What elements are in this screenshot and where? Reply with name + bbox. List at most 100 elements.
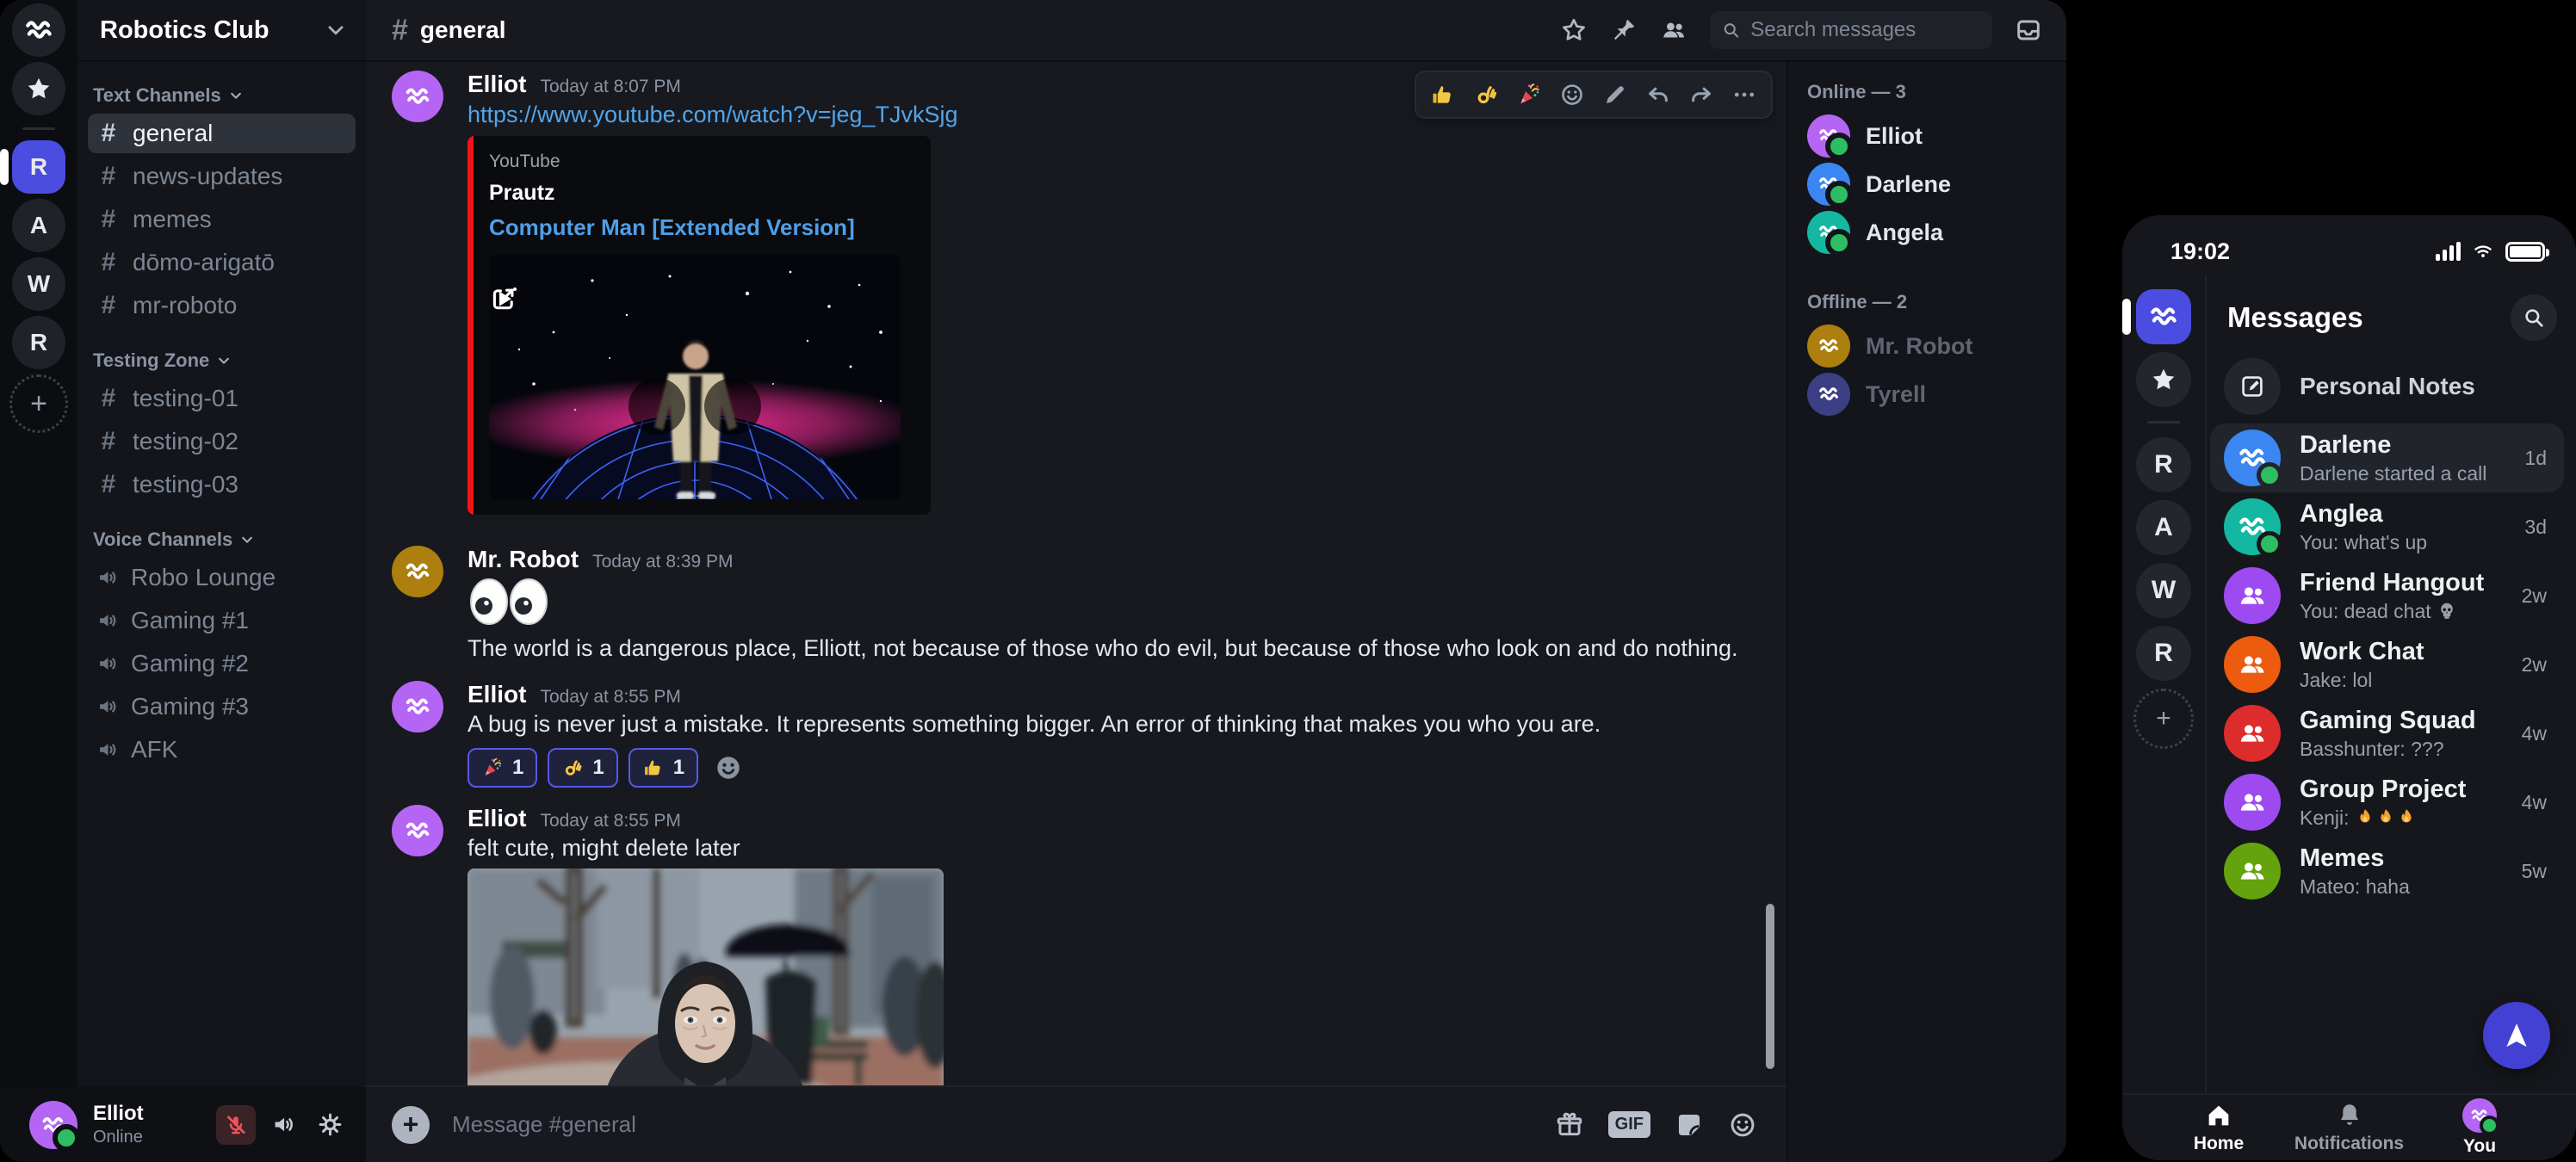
- nav-you[interactable]: You: [2428, 1098, 2531, 1157]
- react-party-button[interactable]: [1511, 77, 1547, 112]
- youtube-link[interactable]: https://www.youtube.com/watch?v=jeg_TJvk…: [468, 100, 958, 129]
- search-button[interactable]: [2511, 294, 2557, 341]
- open-external-button[interactable]: [704, 378, 761, 435]
- chat-row-friend-hangout[interactable]: Friend Hangout You: dead chat 2w: [2210, 561, 2564, 630]
- attached-photo[interactable]: [468, 868, 944, 1085]
- reaction-ok-hand[interactable]: 1: [548, 748, 617, 788]
- embed-video-title[interactable]: Computer Man [Extended Version]: [489, 214, 901, 241]
- server-w[interactable]: W: [12, 257, 65, 311]
- page-title: Messages: [2227, 301, 2363, 334]
- voice-gaming-1[interactable]: Gaming #1: [88, 601, 356, 640]
- phone-server-r2[interactable]: R: [2136, 626, 2191, 681]
- play-button[interactable]: [629, 378, 685, 435]
- channel-testing-01[interactable]: #testing-01: [88, 379, 356, 418]
- channel-testing-03[interactable]: #testing-03: [88, 465, 356, 504]
- inbox-icon[interactable]: [2015, 16, 2042, 44]
- voice-robo-lounge[interactable]: Robo Lounge: [88, 558, 356, 597]
- channel-testing-02[interactable]: #testing-02: [88, 422, 356, 461]
- section-testing-zone[interactable]: Testing Zone: [88, 341, 356, 379]
- nav-notifications[interactable]: Notifications: [2298, 1101, 2401, 1154]
- voice-gaming-2[interactable]: Gaming #2: [88, 644, 356, 683]
- server-a[interactable]: A: [12, 199, 65, 252]
- member-tyrell[interactable]: Tyrell: [1807, 370, 2049, 418]
- attach-button[interactable]: +: [392, 1106, 430, 1144]
- server-robotics-club[interactable]: R: [12, 140, 65, 194]
- settings-button[interactable]: [311, 1106, 349, 1144]
- message-author[interactable]: Elliot: [468, 805, 526, 832]
- video-thumbnail[interactable]: [489, 255, 901, 499]
- channel-mr-roboto[interactable]: #mr-roboto: [88, 286, 356, 325]
- chat-row-work-chat[interactable]: Work Chat Jake: lol 2w: [2210, 630, 2564, 699]
- nav-home[interactable]: Home: [2167, 1101, 2270, 1154]
- pin-icon[interactable]: [1610, 16, 1638, 44]
- more-actions-button[interactable]: [1726, 77, 1762, 112]
- member-darlene[interactable]: Darlene: [1807, 160, 2049, 208]
- wave-logo-icon: [403, 692, 432, 721]
- avatar: [2224, 843, 2281, 899]
- avatar[interactable]: [392, 71, 443, 122]
- server-header[interactable]: Robotics Club: [77, 0, 366, 60]
- phone-favorites-button[interactable]: [2136, 352, 2191, 407]
- forward-button[interactable]: [1683, 77, 1719, 112]
- new-message-fab[interactable]: [2483, 1002, 2550, 1069]
- message-author[interactable]: Elliot: [468, 681, 526, 708]
- react-ok-hand-button[interactable]: [1468, 77, 1504, 112]
- favorites-button[interactable]: [12, 62, 65, 115]
- embed-author[interactable]: Prautz: [489, 181, 901, 206]
- deafen-button[interactable]: [264, 1106, 302, 1144]
- channel-domo-arigato[interactable]: #dōmo-arigatō: [88, 243, 356, 282]
- personal-notes-row[interactable]: Personal Notes: [2210, 349, 2564, 423]
- wifi-icon: [2471, 241, 2495, 262]
- chat-scrollbar[interactable]: [1766, 904, 1774, 1069]
- reaction-party-popper[interactable]: 1: [468, 748, 537, 788]
- avatar: [2224, 498, 2281, 555]
- add-reaction-button[interactable]: [1554, 77, 1590, 112]
- emoji-picker-icon[interactable]: [1728, 1110, 1757, 1140]
- add-reaction-icon[interactable]: [714, 753, 743, 782]
- avatar[interactable]: [392, 546, 443, 597]
- search-bar[interactable]: [1710, 11, 1992, 49]
- server-r2[interactable]: R: [12, 316, 65, 369]
- home-icon: [2204, 1101, 2233, 1130]
- add-server-button[interactable]: +: [9, 374, 68, 433]
- chat-row-gaming-squad[interactable]: Gaming Squad Basshunter: ??? 4w: [2210, 699, 2564, 768]
- members-icon[interactable]: [1660, 16, 1687, 44]
- channel-news-updates[interactable]: #news-updates: [88, 157, 356, 196]
- phone-server-a[interactable]: A: [2136, 500, 2191, 555]
- chat-row-anglea[interactable]: Anglea You: what's up 3d: [2210, 492, 2564, 561]
- message-author[interactable]: Mr. Robot: [468, 546, 579, 573]
- search-input[interactable]: [1749, 17, 1980, 43]
- avatar: [1807, 373, 1850, 416]
- message-author[interactable]: Elliot: [468, 71, 526, 98]
- phone-add-server-button[interactable]: +: [2133, 689, 2194, 749]
- section-voice-channels[interactable]: Voice Channels: [88, 520, 356, 558]
- phone-home-logo-button[interactable]: [2136, 289, 2191, 344]
- section-text-channels[interactable]: Text Channels: [88, 76, 356, 114]
- app-logo-button[interactable]: [12, 3, 65, 57]
- avatar[interactable]: [392, 681, 443, 732]
- avatar[interactable]: [29, 1101, 77, 1149]
- gift-icon[interactable]: [1555, 1110, 1584, 1140]
- avatar[interactable]: [392, 805, 443, 856]
- channel-general[interactable]: #general: [88, 114, 356, 153]
- voice-gaming-3[interactable]: Gaming #3: [88, 687, 356, 726]
- message-input[interactable]: [450, 1110, 1555, 1139]
- gif-picker-button[interactable]: GIF: [1608, 1111, 1650, 1138]
- star-icon[interactable]: [1560, 16, 1588, 44]
- chat-row-group-project[interactable]: Group Project Kenji: 4w: [2210, 768, 2564, 837]
- chat-row-darlene[interactable]: Darlene Darlene started a call 1d: [2210, 423, 2564, 492]
- phone-server-w[interactable]: W: [2136, 563, 2191, 618]
- member-elliot[interactable]: Elliot: [1807, 112, 2049, 160]
- reply-button[interactable]: [1640, 77, 1676, 112]
- reaction-thumbs-up[interactable]: 1: [629, 748, 698, 788]
- sticker-icon[interactable]: [1675, 1110, 1704, 1140]
- voice-afk[interactable]: AFK: [88, 730, 356, 770]
- mute-microphone-button[interactable]: [216, 1105, 256, 1145]
- react-thumbs-up-button[interactable]: [1425, 77, 1461, 112]
- member-angela[interactable]: Angela: [1807, 208, 2049, 257]
- edit-message-button[interactable]: [1597, 77, 1633, 112]
- channel-memes[interactable]: #memes: [88, 200, 356, 239]
- member-mr-robot[interactable]: Mr. Robot: [1807, 322, 2049, 370]
- chat-row-memes[interactable]: Memes Mateo: haha 5w: [2210, 837, 2564, 905]
- phone-server-r[interactable]: R: [2136, 437, 2191, 492]
